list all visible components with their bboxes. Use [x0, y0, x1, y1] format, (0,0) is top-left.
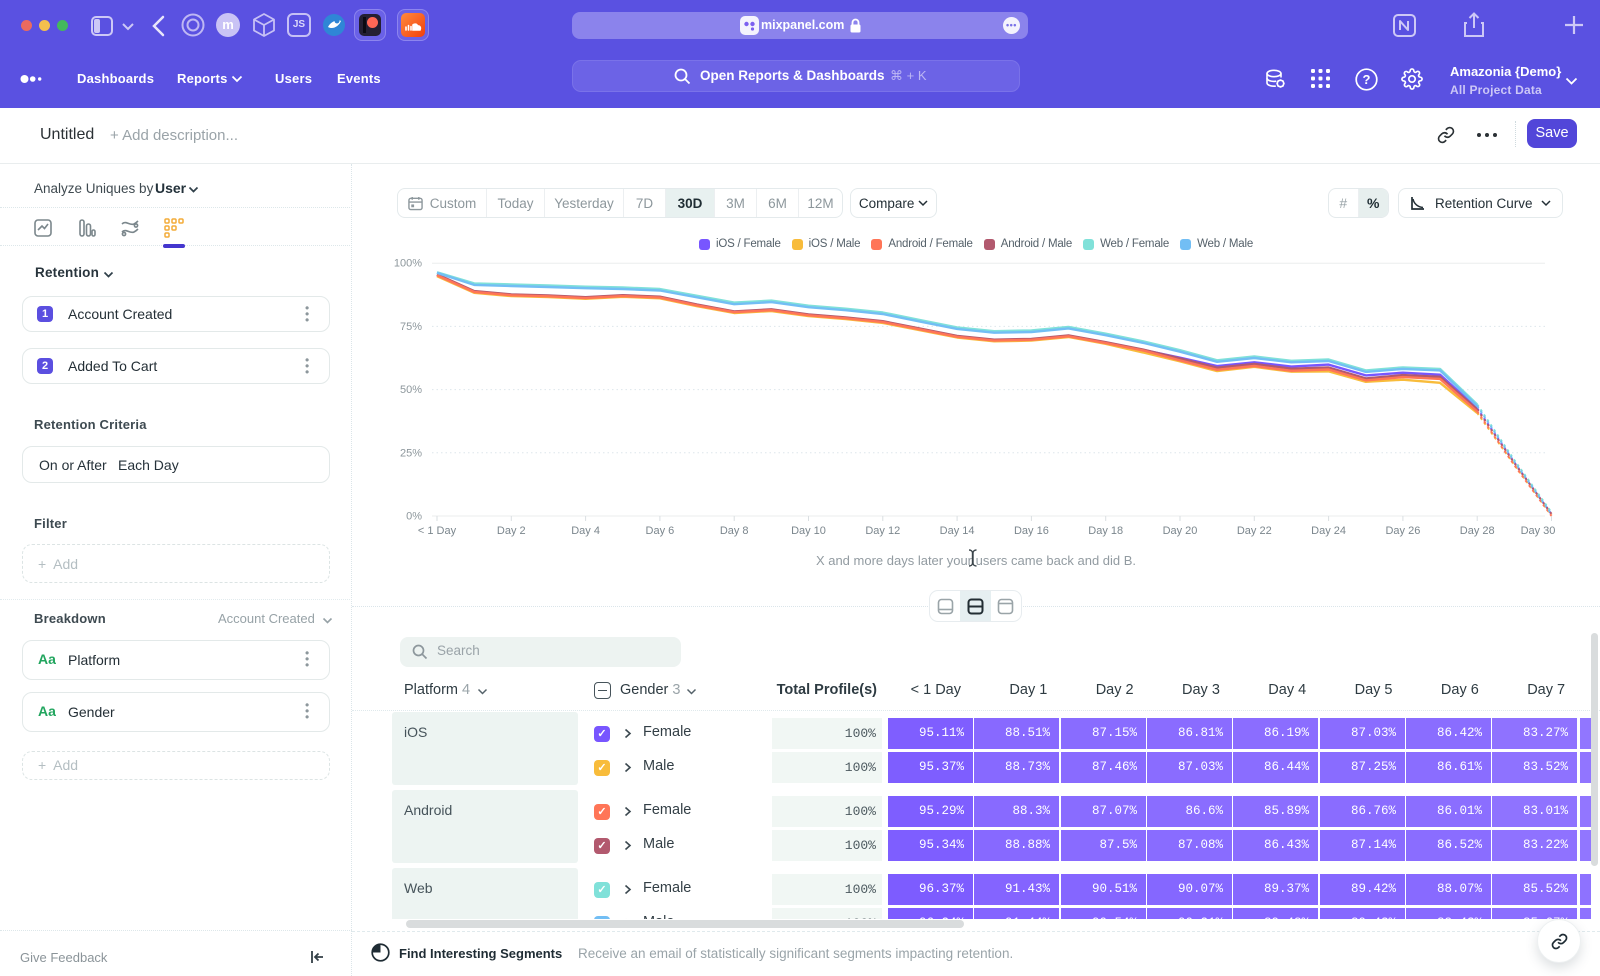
svg-text:Day 6: Day 6: [646, 525, 675, 537]
svg-text:25%: 25%: [400, 447, 422, 459]
svg-text:75%: 75%: [400, 321, 422, 333]
svg-text:0%: 0%: [406, 511, 422, 523]
svg-text:Day 28: Day 28: [1460, 525, 1495, 537]
svg-text:Day 18: Day 18: [1088, 525, 1123, 537]
svg-text:Day 4: Day 4: [571, 525, 600, 537]
svg-text:Day 16: Day 16: [1014, 525, 1049, 537]
svg-text:Day 2: Day 2: [497, 525, 526, 537]
svg-text:Day 24: Day 24: [1311, 525, 1346, 537]
svg-text:Day 14: Day 14: [940, 525, 975, 537]
svg-text:< 1 Day: < 1 Day: [418, 525, 457, 537]
svg-text:Day 30: Day 30: [1521, 525, 1556, 537]
svg-text:Day 20: Day 20: [1163, 525, 1198, 537]
svg-text:50%: 50%: [400, 384, 422, 396]
svg-text:100%: 100%: [394, 258, 422, 270]
svg-text:Day 26: Day 26: [1385, 525, 1420, 537]
svg-text:Day 8: Day 8: [720, 525, 749, 537]
svg-text:Day 10: Day 10: [791, 525, 826, 537]
svg-text:Day 22: Day 22: [1237, 525, 1272, 537]
svg-text:Day 12: Day 12: [865, 525, 900, 537]
svg-text:?: ?: [1363, 72, 1371, 87]
